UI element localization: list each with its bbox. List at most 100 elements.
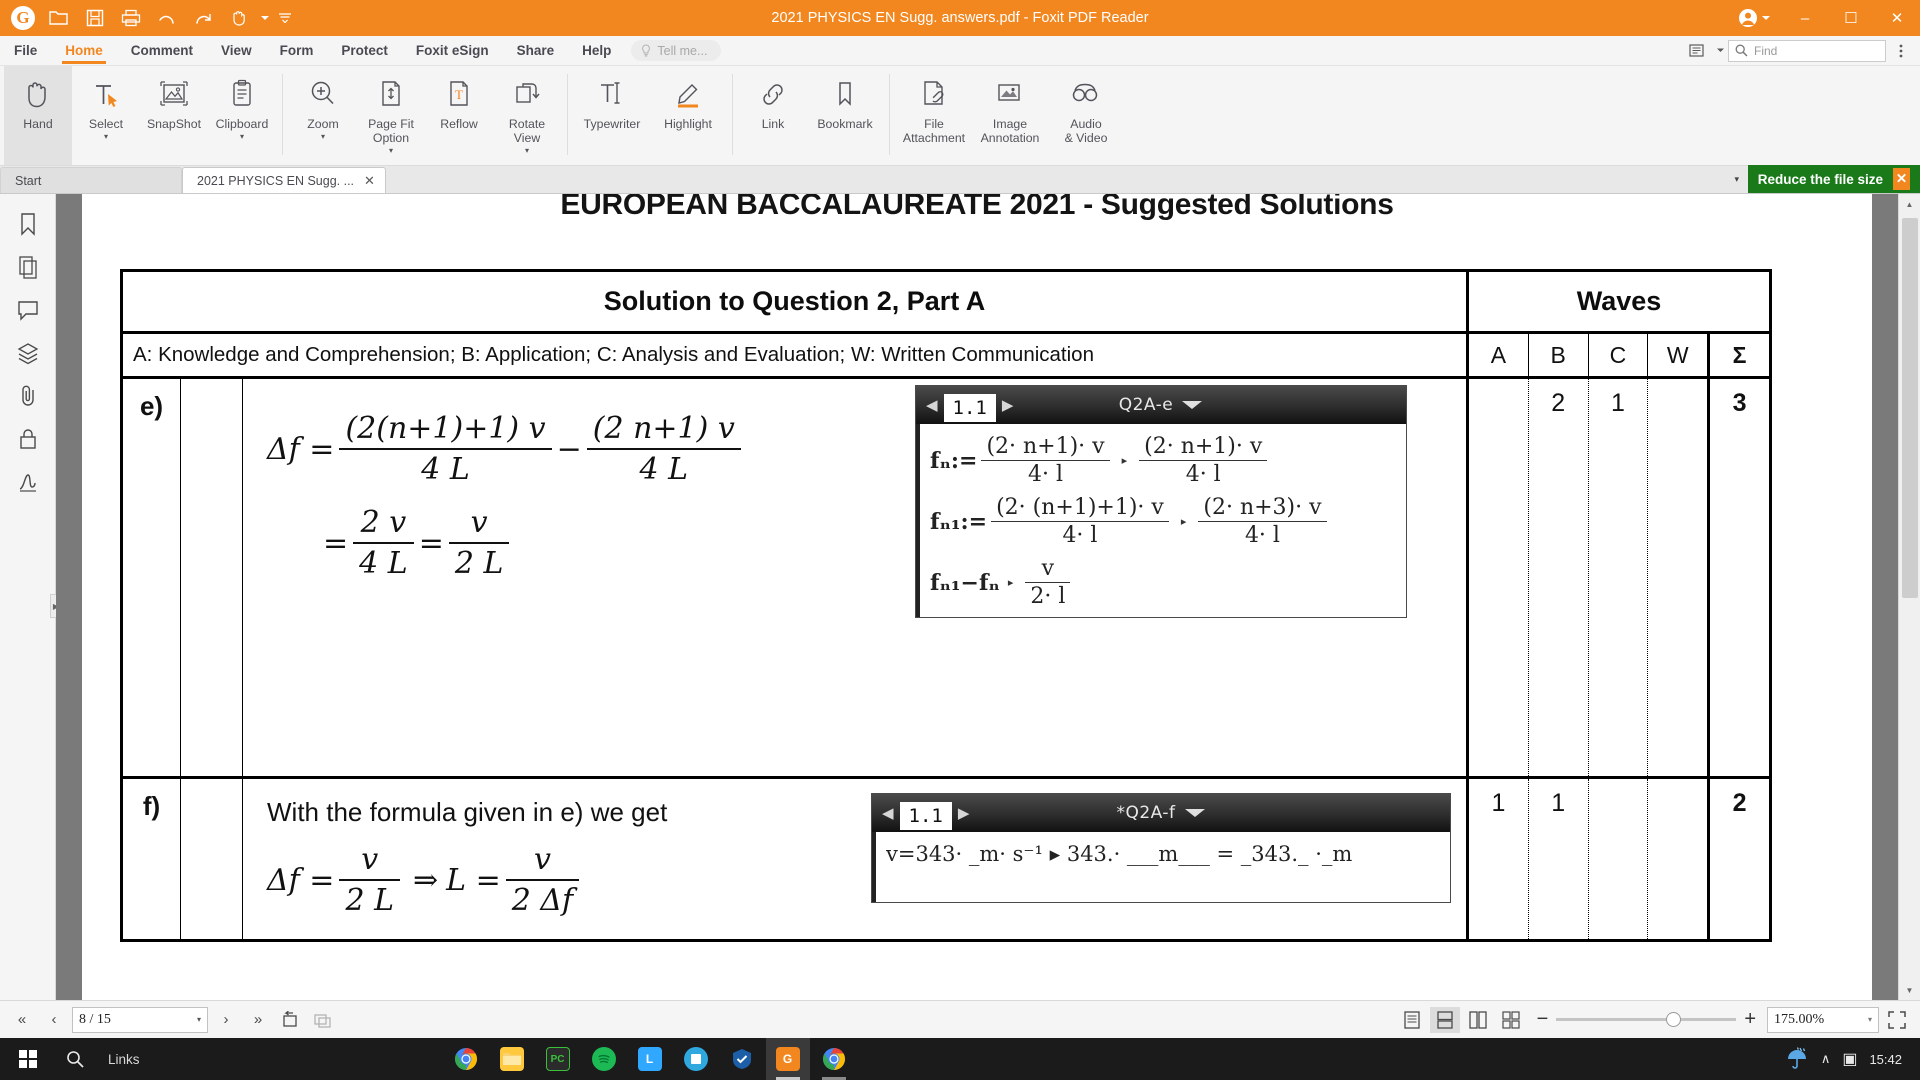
menu-protect[interactable]: Protect <box>327 36 402 66</box>
taskbar-spotify-icon[interactable] <box>582 1038 626 1080</box>
start-icon[interactable] <box>6 1038 50 1080</box>
minimize-button[interactable]: – <box>1782 0 1828 36</box>
bookmarks-panel-icon[interactable] <box>8 204 48 244</box>
view-layout-icon[interactable] <box>1686 39 1712 63</box>
redo-icon[interactable] <box>186 3 220 33</box>
taskbar-lightroom-icon[interactable]: L <box>628 1038 672 1080</box>
security-panel-icon[interactable] <box>8 419 48 459</box>
next-page-button[interactable]: › <box>212 1006 240 1034</box>
menu-comment[interactable]: Comment <box>117 36 207 66</box>
zoom-in-button[interactable]: + <box>1744 1008 1756 1031</box>
taskbar-file-explorer-icon[interactable] <box>490 1038 534 1080</box>
scroll-up-icon[interactable]: ▲ <box>1899 194 1920 214</box>
battery-icon[interactable]: ▣ <box>1842 1049 1857 1069</box>
taskbar-clock[interactable]: 15:42 <box>1869 1052 1902 1067</box>
first-page-button[interactable]: « <box>8 1006 36 1034</box>
zoom-slider[interactable]: − + <box>1537 1008 1756 1031</box>
page-thumbnails-icon[interactable] <box>8 247 48 287</box>
signatures-panel-icon[interactable] <box>8 462 48 502</box>
document-viewport[interactable]: EUROPEAN BACCALAUREATE 2021 - Suggested … <box>56 194 1898 1000</box>
chevron-down-icon[interactable]: ▾ <box>197 1015 201 1024</box>
ribbon-file-attachment-button[interactable]: File Attachment <box>896 66 972 165</box>
ribbon-highlight-button[interactable]: Highlight <box>650 66 726 165</box>
hand-tool-icon[interactable] <box>222 3 256 33</box>
taskbar-app7-icon[interactable] <box>720 1038 764 1080</box>
tab-physics-document[interactable]: 2021 PHYSICS EN Sugg. ... ✕ <box>182 167 386 193</box>
ribbon-audio-video-button[interactable]: Audio & Video <box>1048 66 1124 165</box>
ribbon-image-annotation-button[interactable]: Image Annotation <box>972 66 1048 165</box>
scrollbar-thumb[interactable] <box>1901 218 1918 598</box>
two-page-icon[interactable] <box>1463 1007 1493 1033</box>
fullscreen-icon[interactable] <box>1882 1007 1912 1033</box>
previous-view-icon[interactable] <box>276 1006 304 1034</box>
taskbar-app6-icon[interactable] <box>674 1038 718 1080</box>
menu-form[interactable]: Form <box>266 36 328 66</box>
tab-list-chevron-icon[interactable]: ▾ <box>1726 166 1748 192</box>
hand-tool-dropdown-icon[interactable] <box>258 3 272 33</box>
view-layout-caret-icon[interactable] <box>1714 39 1726 63</box>
print-icon[interactable] <box>114 3 148 33</box>
maximize-button[interactable]: ☐ <box>1828 0 1874 36</box>
scroll-down-icon[interactable]: ▼ <box>1899 980 1920 1000</box>
single-page-icon[interactable] <box>1397 1007 1427 1033</box>
ribbon-zoom-button[interactable]: Zoom ▾ <box>289 66 357 165</box>
search-icon[interactable] <box>52 1038 98 1080</box>
zoom-out-button[interactable]: − <box>1537 1008 1549 1031</box>
taskbar-foxit-reader-icon[interactable]: G <box>765 1038 810 1080</box>
ribbon-link-button[interactable]: Link <box>739 66 807 165</box>
attachments-panel-icon[interactable] <box>8 376 48 416</box>
undo-icon[interactable] <box>150 3 184 33</box>
next-view-icon[interactable] <box>308 1006 336 1034</box>
reduce-banner-close-icon[interactable]: ✕ <box>1893 168 1910 190</box>
chevron-down-icon[interactable]: ▾ <box>104 132 108 141</box>
continuous-icon[interactable] <box>1429 1006 1460 1033</box>
ribbon-rotate-view-button[interactable]: Rotate View ▾ <box>493 66 561 165</box>
menu-help[interactable]: Help <box>568 36 625 66</box>
ribbon-snapshot-button[interactable]: SnapShot <box>140 66 208 165</box>
ribbon-hand-button[interactable]: Hand <box>4 66 72 165</box>
tray-chevron-icon[interactable]: ∧ <box>1821 1051 1831 1067</box>
tab-start[interactable]: Start <box>0 167 182 193</box>
account-button[interactable] <box>1732 0 1782 36</box>
chevron-down-icon[interactable]: ▾ <box>321 132 325 141</box>
ribbon-select-button[interactable]: Select ▾ <box>72 66 140 165</box>
tell-me-search[interactable]: Tell me... <box>631 40 722 61</box>
two-page-continuous-icon[interactable] <box>1496 1007 1526 1033</box>
taskbar-chrome-2-icon[interactable] <box>812 1038 856 1080</box>
ribbon-typewriter-button[interactable]: Typewriter <box>574 66 650 165</box>
page-number-input[interactable]: 8 / 15 ▾ <box>72 1006 208 1033</box>
chevron-down-icon[interactable]: ▾ <box>1868 1015 1872 1024</box>
ribbon-page-fit-button[interactable]: Page Fit Option ▾ <box>357 66 425 165</box>
menu-file[interactable]: File <box>0 36 51 66</box>
tab-close-icon[interactable]: ✕ <box>364 173 375 189</box>
menu-view[interactable]: View <box>207 36 266 66</box>
close-button[interactable]: ✕ <box>1874 0 1920 36</box>
zoom-level-input[interactable]: 175.00% ▾ <box>1767 1006 1879 1033</box>
layers-panel-icon[interactable] <box>8 333 48 373</box>
ribbon-reflow-button[interactable]: T Reflow <box>425 66 493 165</box>
menu-home[interactable]: Home <box>51 36 117 66</box>
ribbon-clipboard-button[interactable]: Clipboard ▾ <box>208 66 276 165</box>
save-icon[interactable] <box>78 3 112 33</box>
taskbar-chrome-icon[interactable] <box>444 1038 488 1080</box>
open-icon[interactable] <box>42 3 76 33</box>
last-page-button[interactable]: » <box>244 1006 272 1034</box>
zoom-slider-track[interactable] <box>1556 1012 1737 1027</box>
menu-share[interactable]: Share <box>503 36 569 66</box>
menu-foxit-esign[interactable]: Foxit eSign <box>402 36 503 66</box>
find-input[interactable]: Find <box>1728 39 1886 62</box>
reduce-file-size-banner[interactable]: Reduce the file size ✕ <box>1747 165 1920 193</box>
scrollbar-track[interactable] <box>1898 214 1920 980</box>
more-options-icon[interactable] <box>1888 39 1914 63</box>
chevron-down-icon[interactable]: ▾ <box>240 132 244 141</box>
vertical-scrollbar[interactable]: ▲ ▼ <box>1898 194 1920 1000</box>
ribbon-bookmark-button[interactable]: Bookmark <box>807 66 883 165</box>
umbrella-icon[interactable] <box>1785 1046 1809 1073</box>
taskbar-calculator-icon[interactable]: PC <box>536 1038 580 1080</box>
chevron-down-icon[interactable]: ▾ <box>525 146 529 155</box>
comments-panel-icon[interactable] <box>8 290 48 330</box>
customize-icon[interactable] <box>274 3 296 33</box>
chevron-down-icon[interactable]: ▾ <box>389 146 393 155</box>
zoom-slider-thumb[interactable] <box>1666 1012 1682 1027</box>
previous-page-button[interactable]: ‹ <box>40 1006 68 1034</box>
